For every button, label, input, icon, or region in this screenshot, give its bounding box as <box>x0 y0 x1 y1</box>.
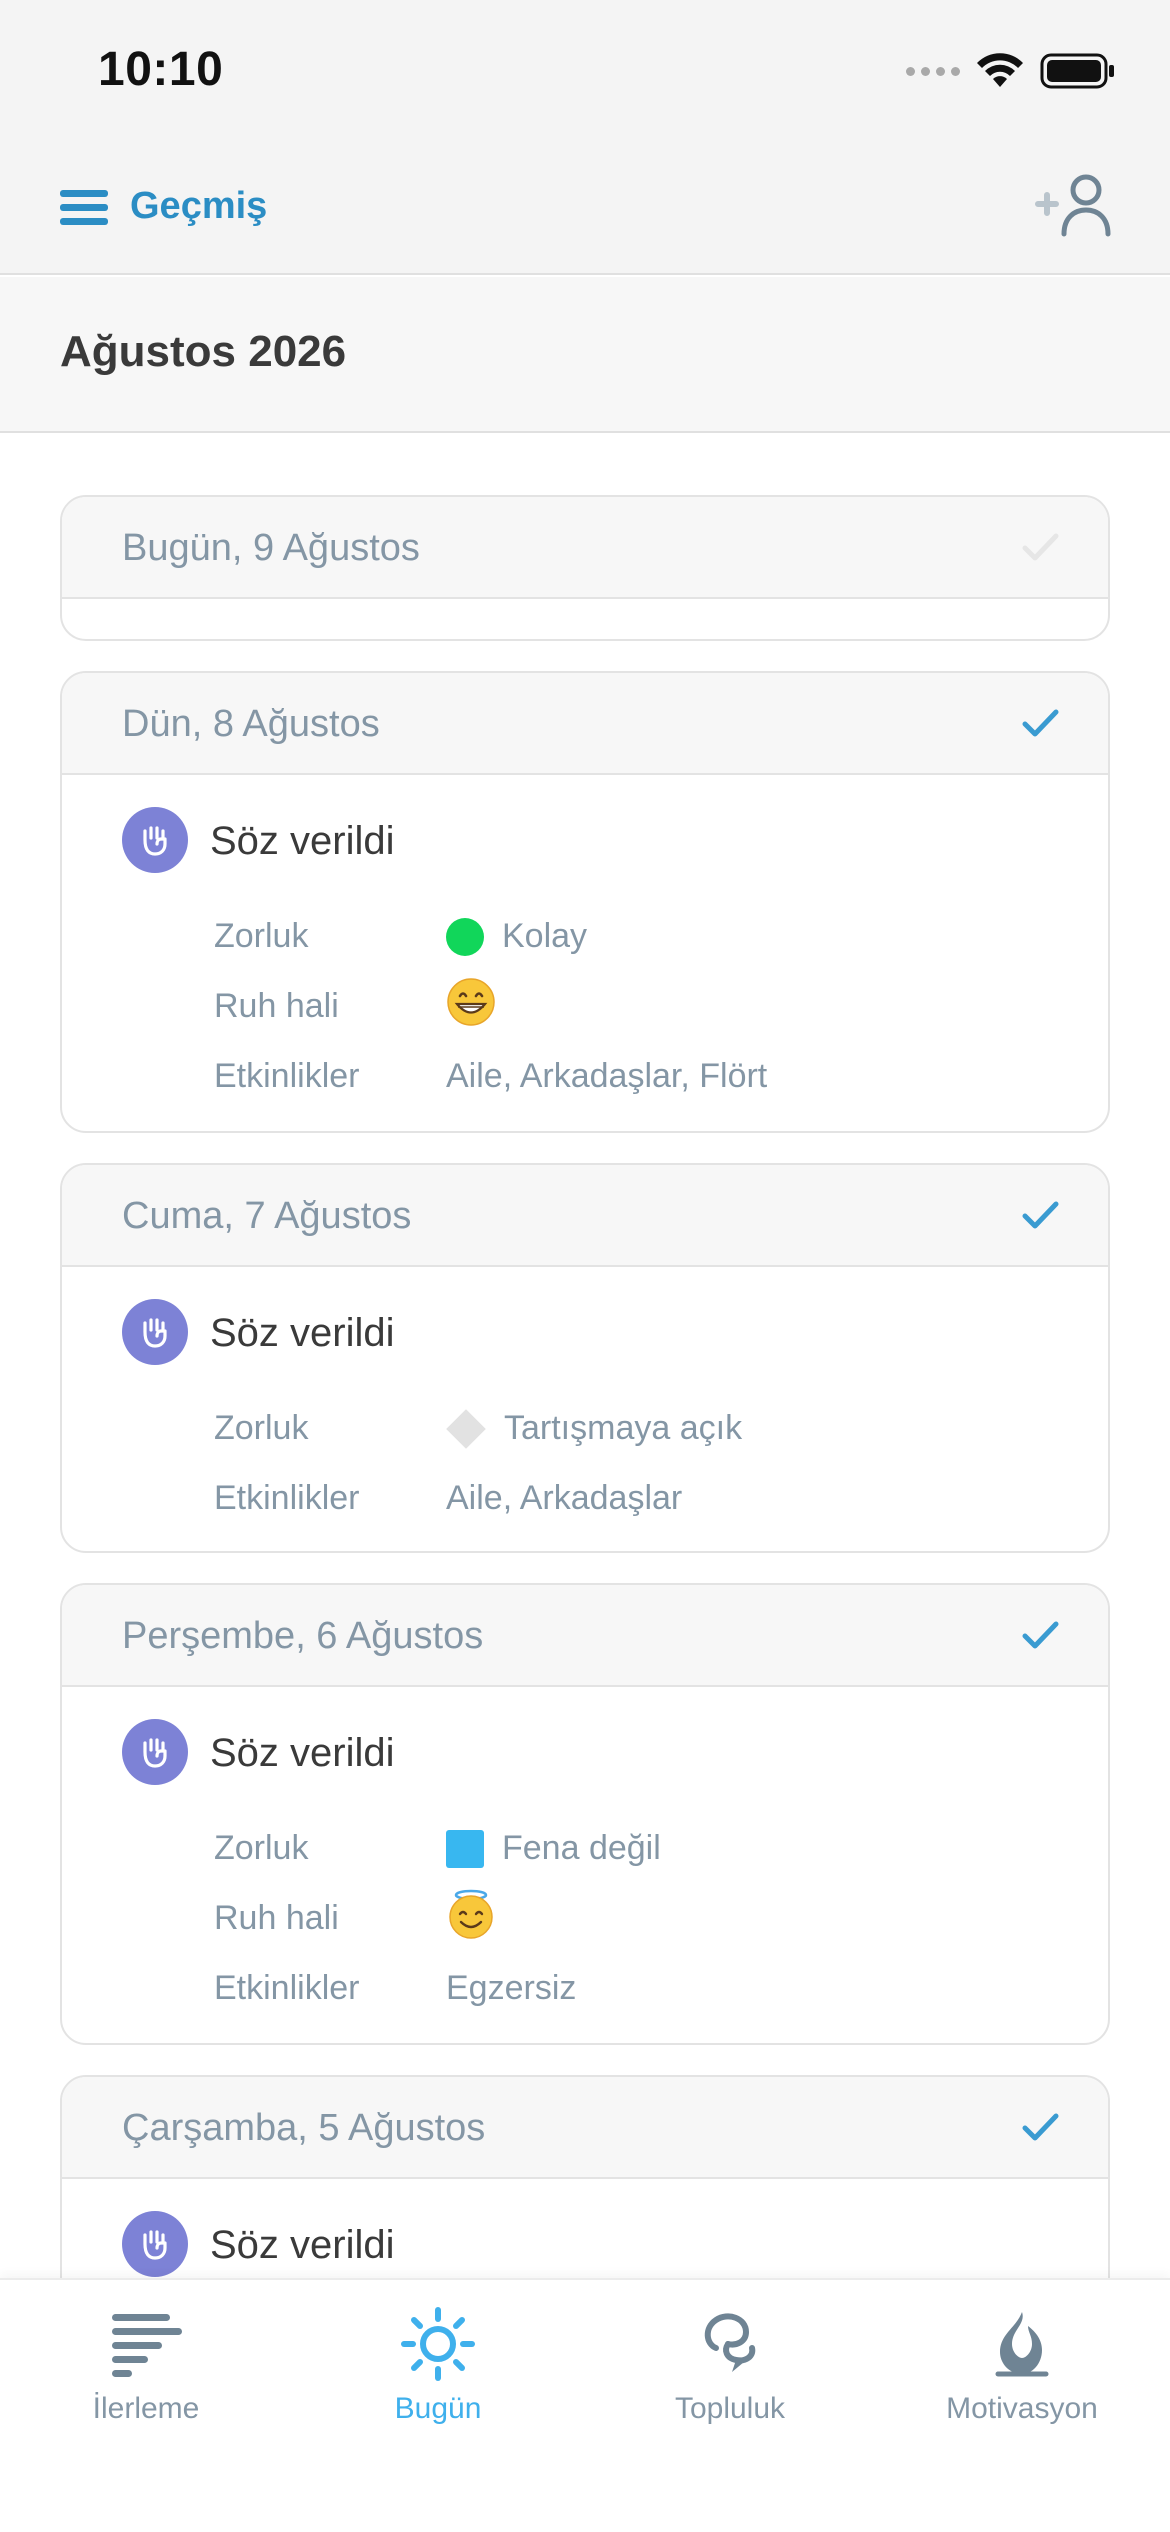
day-date: Çarşamba, 5 Ağustos <box>122 2107 486 2149</box>
smiling-face-with-halo-icon <box>449 1889 493 1939</box>
check-icon <box>1022 1621 1059 1649</box>
tab-progress[interactable]: İlerleme <box>0 2280 292 2480</box>
difficulty-value: Tartışmaya açık <box>446 1408 743 1449</box>
hand-promise-icon <box>122 1299 188 1365</box>
entry-label: Söz verildi <box>210 819 395 863</box>
tab-label: Topluluk <box>674 2392 786 2425</box>
month-title: Ağustos 2026 <box>60 327 347 376</box>
check-icon <box>1022 1201 1059 1229</box>
tab-label: Bugün <box>394 2392 482 2425</box>
difficulty-text: Kolay <box>502 917 588 955</box>
difficulty-easy-dot-icon <box>446 917 484 956</box>
motivation-icon <box>995 2312 1049 2377</box>
month-header: Ağustos 2026 <box>0 277 1170 433</box>
activities-value: Aile, Arkadaşlar <box>446 1479 683 1517</box>
tab-motivation[interactable]: Motivasyon <box>876 2280 1168 2480</box>
screen: 10:10 Geçmiş Ağustos 2026 Bugün, 9 Ağust… <box>0 0 1170 2532</box>
activities-row: Etkinlikler Aile, Arkadaşlar, Flört <box>62 1043 1108 1113</box>
activities-row: Etkinlikler Egzersiz <box>62 1955 1108 2025</box>
day-date: Perşembe, 6 Ağustos <box>122 1615 484 1657</box>
difficulty-row: Zorluk Fena değil <box>62 1815 1108 1885</box>
menu-icon[interactable] <box>60 190 108 226</box>
day-card-header[interactable]: Dün, 8 Ağustos <box>62 673 1108 775</box>
tab-today[interactable]: Bugün <box>292 2280 584 2480</box>
day-card-header[interactable]: Çarşamba, 5 Ağustos <box>62 2077 1108 2179</box>
day-card[interactable]: Dün, 8 Ağustos Söz verildi Zorluk Kolay … <box>60 671 1110 1133</box>
difficulty-value: Kolay <box>446 917 587 956</box>
difficulty-row: Zorluk Tartışmaya açık <box>62 1395 1108 1465</box>
activities-value: Aile, Arkadaşlar, Flört <box>446 1057 768 1095</box>
difficulty-ok-square-icon <box>446 1829 484 1868</box>
day-date: Cuma, 7 Ağustos <box>122 1195 412 1237</box>
check-icon <box>1022 709 1059 737</box>
wifi-icon <box>977 53 1023 87</box>
mood-value <box>446 1889 496 1939</box>
promise-entry[interactable]: Söz verildi <box>62 775 1108 903</box>
entry-label: Söz verildi <box>210 1311 395 1355</box>
check-icon <box>1022 2113 1059 2141</box>
day-date: Bugün, 9 Ağustos <box>122 527 420 569</box>
tab-label: İlerleme <box>92 2392 200 2425</box>
mood-row: Ruh hali <box>62 973 1108 1043</box>
promise-entry[interactable]: Söz verildi <box>62 1687 1108 1815</box>
activities-label: Etkinlikler <box>214 1969 360 2007</box>
entry-label: Söz verildi <box>210 1731 395 1775</box>
day-card-header[interactable]: Bugün, 9 Ağustos <box>62 497 1108 599</box>
day-card[interactable]: Cuma, 7 Ağustos Söz verildi Zorluk Tartı… <box>60 1163 1110 1553</box>
add-person-icon[interactable] <box>1030 170 1116 242</box>
tab-label: Motivasyon <box>946 2392 1098 2425</box>
day-card-header[interactable]: Perşembe, 6 Ağustos <box>62 1585 1108 1687</box>
mood-label: Ruh hali <box>214 1899 339 1937</box>
difficulty-row: Zorluk Kolay <box>62 903 1108 973</box>
activities-value: Egzersiz <box>446 1969 577 2007</box>
battery-icon <box>1040 53 1114 89</box>
page-title[interactable]: Geçmiş <box>130 185 267 228</box>
mood-value <box>446 977 496 1027</box>
difficulty-label: Zorluk <box>214 1409 309 1447</box>
activities-label: Etkinlikler <box>214 1479 360 1517</box>
status-icons <box>906 52 1116 90</box>
activities-label: Etkinlikler <box>214 1057 360 1095</box>
community-icon <box>704 2313 756 2372</box>
status-bar: 10:10 <box>0 0 1170 140</box>
grinning-face-icon <box>447 978 495 1026</box>
day-card-today[interactable]: Bugün, 9 Ağustos <box>60 495 1110 641</box>
difficulty-label: Zorluk <box>214 917 309 955</box>
cellular-signal-icon <box>906 66 960 76</box>
hand-promise-icon <box>122 1719 188 1785</box>
hand-promise-icon <box>122 807 188 873</box>
check-icon <box>1022 533 1059 561</box>
promise-entry[interactable]: Söz verildi <box>62 1267 1108 1395</box>
difficulty-value: Fena değil <box>446 1829 661 1868</box>
day-card[interactable]: Perşembe, 6 Ağustos Söz verildi Zorluk F… <box>60 1583 1110 2045</box>
tab-community[interactable]: Topluluk <box>584 2280 876 2480</box>
day-card-header[interactable]: Cuma, 7 Ağustos <box>62 1165 1108 1267</box>
difficulty-text: Fena değil <box>502 1829 661 1867</box>
difficulty-label: Zorluk <box>214 1829 309 1867</box>
activities-row: Etkinlikler Aile, Arkadaşlar <box>62 1465 1108 1535</box>
tab-bar: İlerleme Bugün Topluluk Motivasyon <box>0 2278 1170 2532</box>
mood-label: Ruh hali <box>214 987 339 1025</box>
hand-promise-icon <box>122 2211 188 2277</box>
mood-row: Ruh hali <box>62 1885 1108 1955</box>
day-date: Dün, 8 Ağustos <box>122 703 380 745</box>
difficulty-text: Tartışmaya açık <box>504 1409 743 1447</box>
status-time: 10:10 <box>98 43 224 96</box>
progress-bars-icon <box>112 2314 182 2377</box>
sun-icon <box>401 2307 475 2381</box>
difficulty-debatable-diamond-icon <box>446 1408 486 1449</box>
nav-bar: Geçmiş <box>0 140 1170 275</box>
entry-label: Söz verildi <box>210 2223 395 2267</box>
